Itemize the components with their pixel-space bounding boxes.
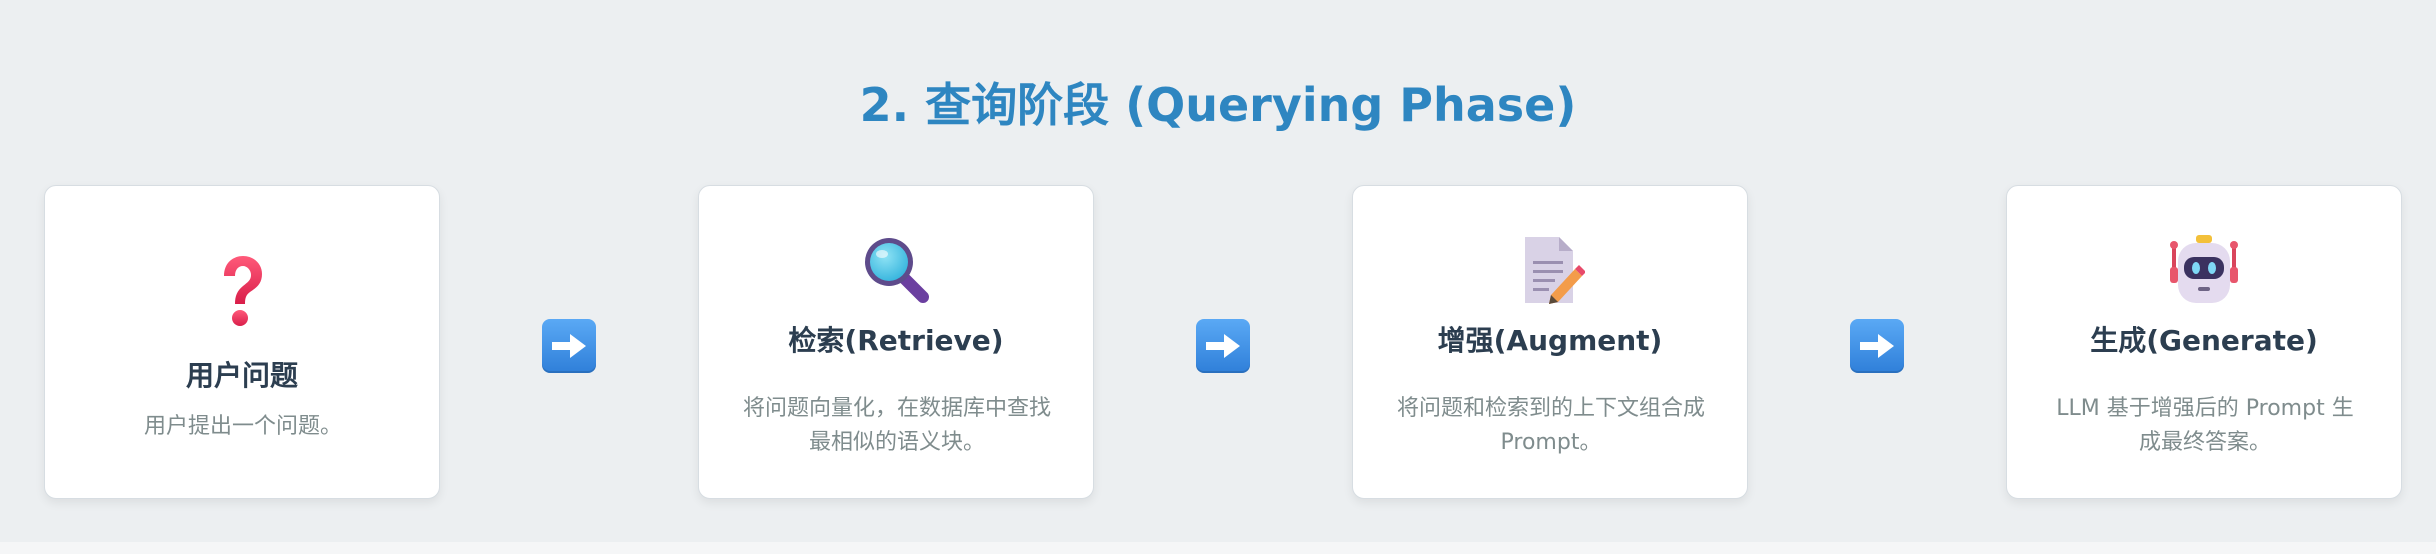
magnifying-glass-icon — [699, 230, 1093, 310]
right-arrow-icon — [542, 319, 596, 373]
step-label: 增强(Augment) — [1437, 324, 1663, 357]
robot-icon — [2007, 230, 2401, 310]
querying-phase-panel: 2. 查询阶段 (Querying Phase) 用户问题 用户提出一个问题。 — [0, 0, 2436, 542]
right-arrow-icon — [1196, 319, 1250, 373]
step-description: 将问题和检索到的上下文组合成 Prompt。 — [1396, 396, 1705, 455]
step-description: 用户提出一个问题。 — [143, 414, 342, 439]
memo-pencil-icon — [1353, 230, 1747, 310]
step-card-augment: 增强(Augment) 将问题和检索到的上下文组合成 Prompt。 — [1352, 185, 1748, 499]
step-description: 将问题向量化，在数据库中查找最相似的语义块。 — [742, 396, 1051, 455]
step-label: 检索(Retrieve) — [788, 324, 1004, 357]
step-card-generate: 生成(Generate) LLM 基于增强后的 Prompt 生成最终答案。 — [2006, 185, 2402, 499]
question-mark-icon — [45, 254, 439, 334]
step-label: 生成(Generate) — [2090, 324, 2318, 357]
section-title: 2. 查询阶段 (Querying Phase) — [859, 78, 1577, 132]
step-description: LLM 基于增强后的 Prompt 生成最终答案。 — [2056, 396, 2354, 455]
step-card-user-question: 用户问题 用户提出一个问题。 — [44, 185, 440, 499]
step-label: 用户问题 — [185, 359, 298, 392]
right-arrow-icon — [1850, 319, 1904, 373]
step-card-retrieve: 检索(Retrieve) 将问题向量化，在数据库中查找最相似的语义块。 — [698, 185, 1094, 499]
